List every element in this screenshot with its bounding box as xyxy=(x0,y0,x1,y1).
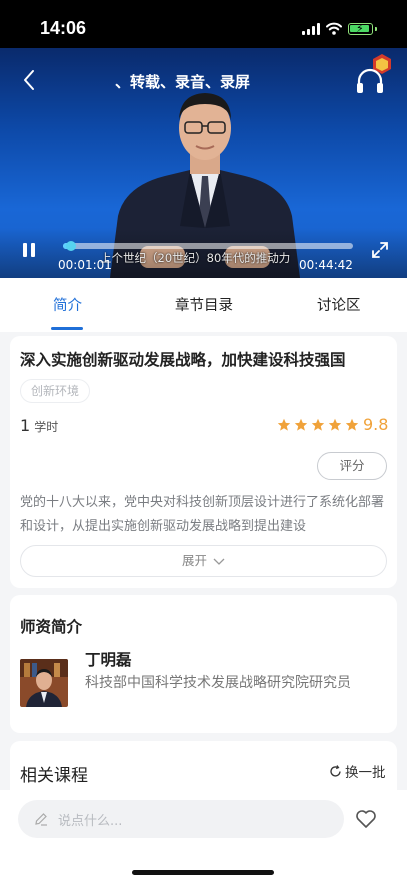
teacher-name: 丁明磊 xyxy=(85,651,132,669)
star-icon xyxy=(345,418,359,431)
teacher-card: 师资简介 丁明磊 科技部中国科学技术发展战略研究院研究员 xyxy=(10,595,397,733)
comment-placeholder: 说点什么... xyxy=(58,814,123,829)
pause-icon[interactable] xyxy=(22,243,36,257)
status-time: 14:06 xyxy=(40,18,87,38)
course-hours: 1 学时 xyxy=(20,416,58,435)
tab-bar: 简介 章节目录 讨论区 xyxy=(0,278,407,332)
star-icon xyxy=(277,418,291,431)
video-subtitle: 上个世纪（20世纪）80年代的推动力 xyxy=(100,251,291,265)
expand-label: 展开 xyxy=(181,553,207,568)
pencil-icon xyxy=(35,813,47,826)
hours-unit: 学时 xyxy=(34,420,59,434)
comment-bar: 说点什么... xyxy=(0,790,407,883)
battery-tip xyxy=(375,27,377,31)
charging-bolt-icon: ⚡ xyxy=(356,22,364,35)
teacher-bio: 科技部中国科学技术发展战略研究院研究员 xyxy=(85,675,351,691)
signal-icon xyxy=(302,23,320,35)
expand-button[interactable]: 展开 xyxy=(20,545,387,577)
teacher-avatar[interactable] xyxy=(20,659,68,707)
rate-button[interactable]: 评分 xyxy=(317,452,387,480)
tab-discussion[interactable]: 讨论区 xyxy=(317,294,361,315)
course-info-card: 深入实施创新驱动发展战略，加快建设科技强国 创新环境 1 学时 9.8 评分 党的… xyxy=(10,336,397,588)
wifi-icon xyxy=(326,22,342,35)
heart-icon[interactable] xyxy=(354,807,378,831)
status-bar: 14:06 ⚡ xyxy=(0,0,407,48)
star-icon xyxy=(328,418,342,431)
teacher-section-title: 师资简介 xyxy=(20,618,83,636)
video-title: 、转载、录音、录屏 xyxy=(115,73,251,91)
refresh-icon xyxy=(330,765,341,777)
rating-score: 9.8 xyxy=(363,415,389,434)
tab-intro[interactable]: 简介 xyxy=(53,294,82,315)
tab-chapters[interactable]: 章节目录 xyxy=(175,294,233,315)
course-title: 深入实施创新驱动发展战略，加快建设科技强国 xyxy=(20,351,346,369)
refresh-button[interactable]: 换一批 xyxy=(329,761,386,781)
tab-indicator xyxy=(51,327,83,330)
chevron-down-icon xyxy=(213,558,225,565)
refresh-label: 换一批 xyxy=(345,765,386,781)
time-current: 00:01:01 xyxy=(58,258,112,272)
star-icon xyxy=(311,418,325,431)
related-title: 相关课程 xyxy=(20,766,88,786)
home-indicator xyxy=(132,870,274,875)
comment-input[interactable]: 说点什么... xyxy=(18,800,344,838)
time-total: 00:44:42 xyxy=(299,258,353,272)
hours-value: 1 xyxy=(20,416,31,435)
course-tag[interactable]: 创新环境 xyxy=(20,379,91,403)
fullscreen-icon[interactable] xyxy=(371,241,389,259)
rating-stars xyxy=(277,418,362,432)
headphones-icon[interactable] xyxy=(355,66,385,96)
video-player[interactable]: 、转载、录音、录屏 上个世纪（20世纪）80年代的推动力 00:01:01 00… xyxy=(0,48,407,278)
course-description: 党的十八大以来，党中央对科技创新顶层设计进行了系统化部署和设计，从提出实施创新驱… xyxy=(20,495,385,534)
back-arrow-icon[interactable] xyxy=(18,68,42,92)
progress-knob[interactable] xyxy=(65,241,76,251)
progress-track[interactable] xyxy=(63,243,353,249)
star-icon xyxy=(294,418,308,431)
